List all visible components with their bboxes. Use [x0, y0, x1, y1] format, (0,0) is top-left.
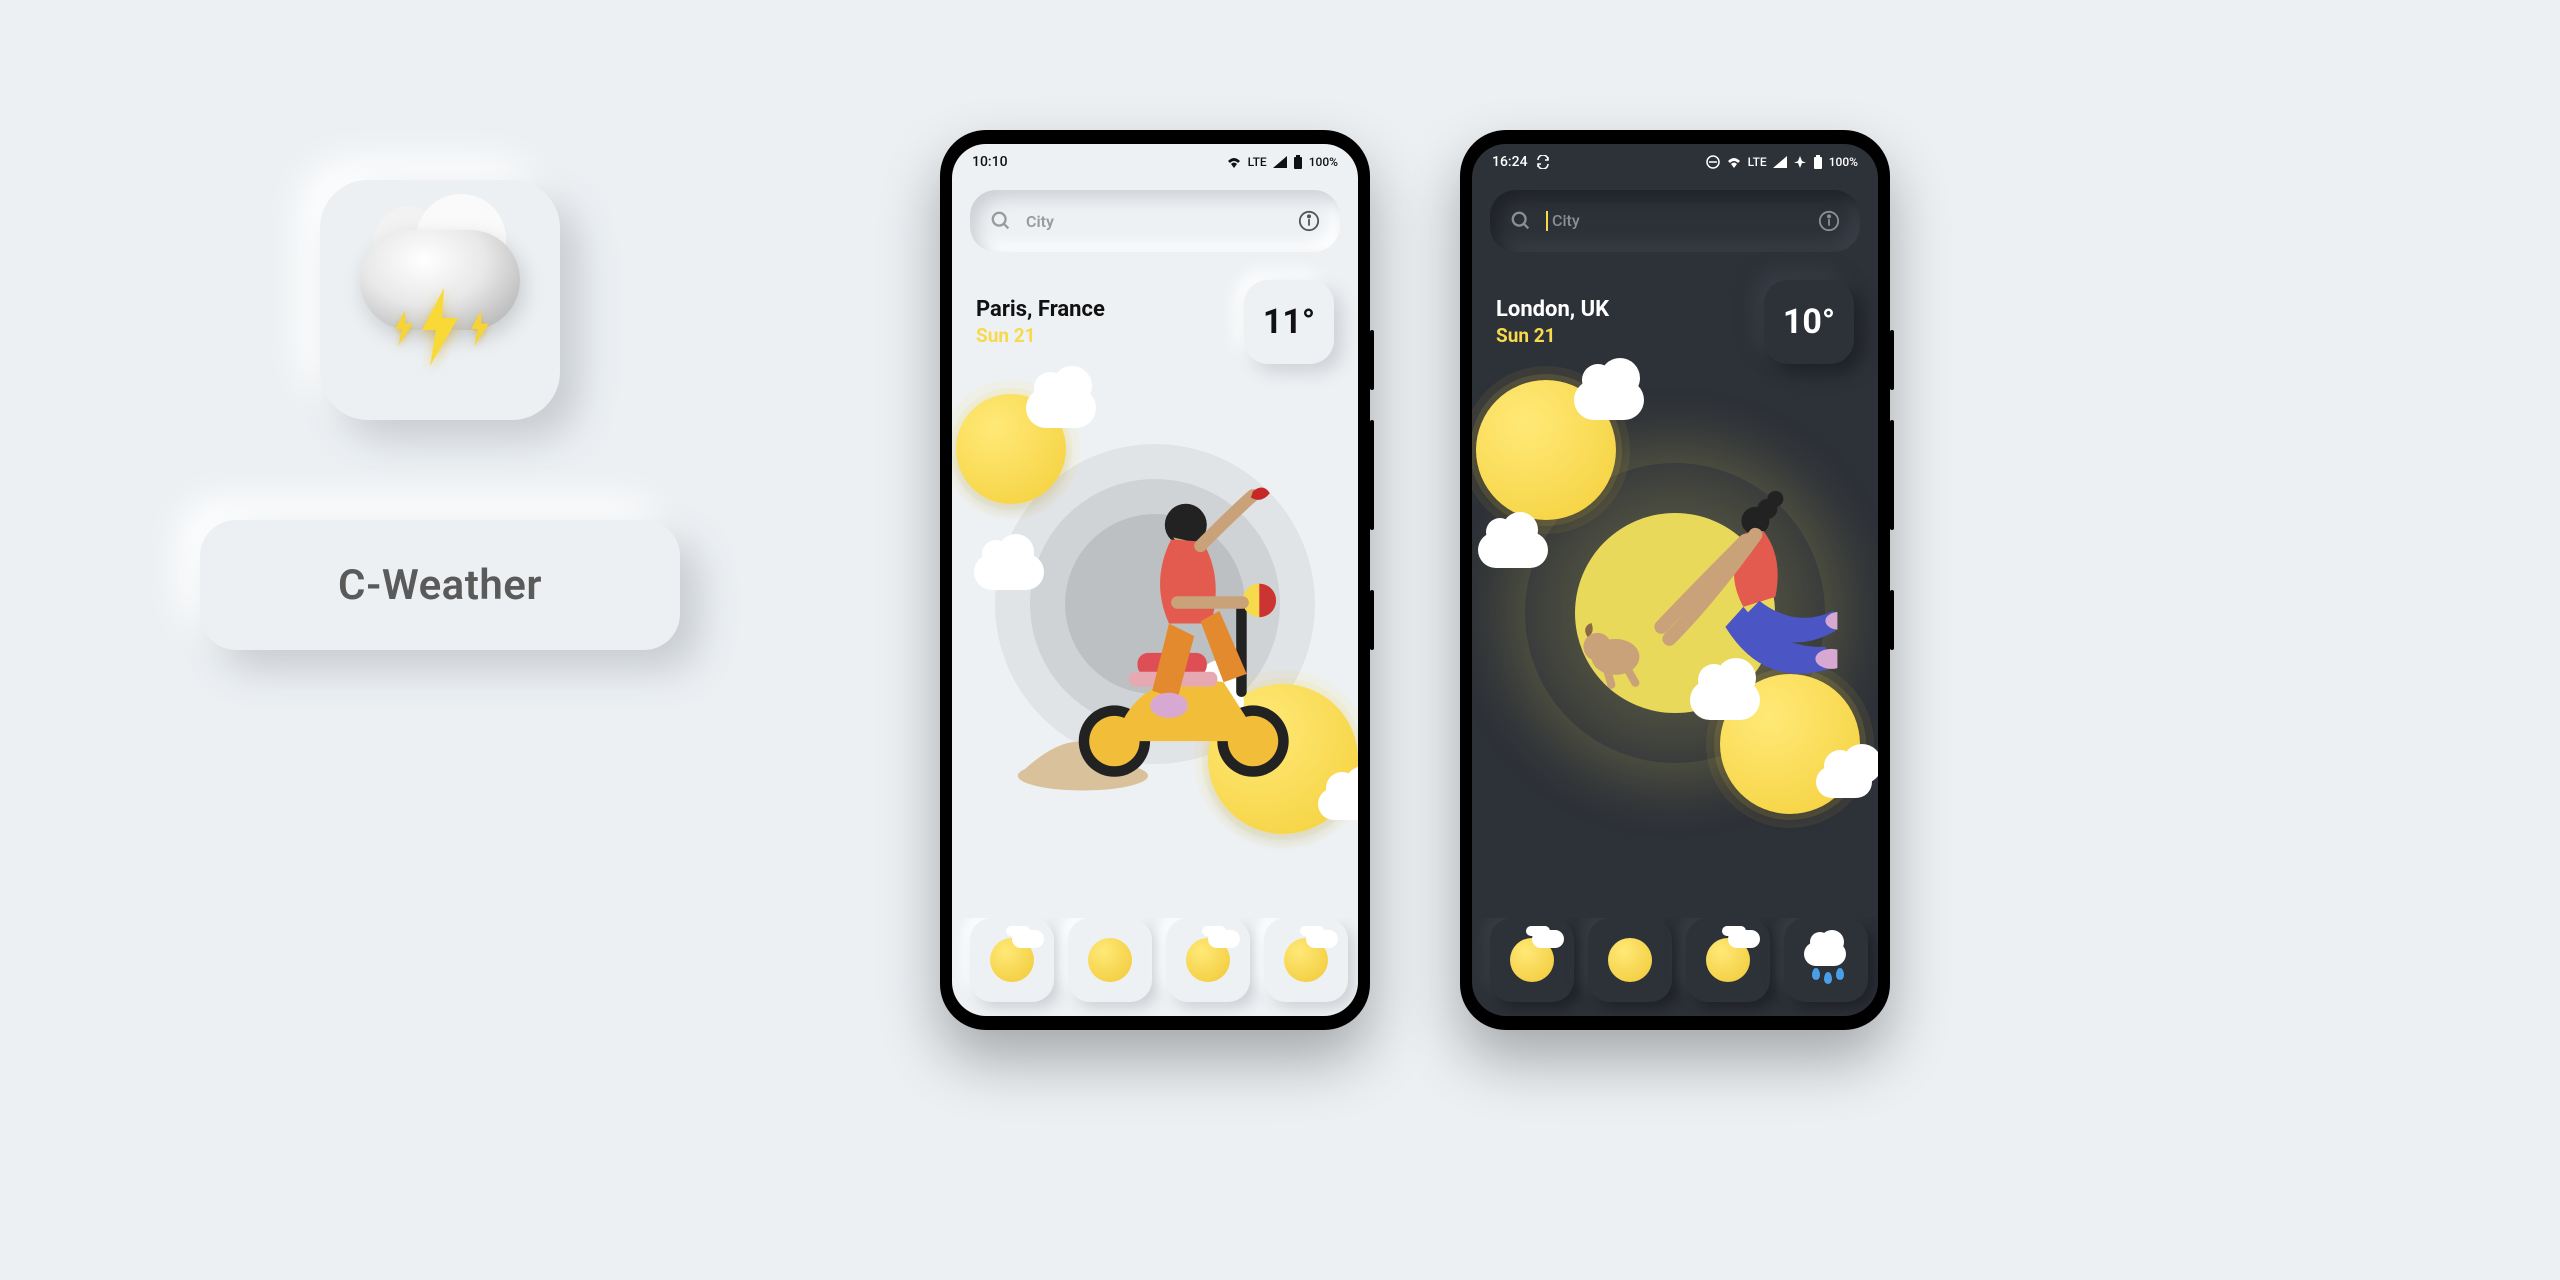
search-placeholder: City [1026, 212, 1284, 231]
network-label: LTE [1248, 155, 1267, 169]
temperature-tile[interactable]: 11° [1244, 280, 1334, 364]
location-name: London, UK [1496, 297, 1609, 322]
partly-cloudy-icon [1186, 938, 1230, 982]
forecast-tile[interactable] [1068, 918, 1152, 1002]
storm-cloud-icon [360, 230, 520, 370]
search-icon [1510, 210, 1532, 232]
phone-mock-dark: 16:24 LTE 100% City London, UK Sun 21 [1460, 130, 1890, 1030]
partly-cloudy-icon [990, 938, 1034, 982]
status-time: 16:24 [1492, 154, 1528, 170]
status-time: 10:10 [972, 154, 1008, 170]
person-dog-illustration [1557, 479, 1837, 743]
battery-icon [1293, 155, 1303, 169]
app-name: C-Weather [338, 561, 542, 610]
info-icon[interactable] [1298, 210, 1320, 232]
forecast-tile[interactable] [1784, 918, 1868, 1002]
sync-icon [1536, 155, 1550, 169]
forecast-tile[interactable] [970, 918, 1054, 1002]
sunny-icon [1088, 938, 1132, 982]
search-bar[interactable]: City [970, 190, 1340, 252]
battery-icon [1813, 155, 1823, 169]
partly-cloudy-icon [1706, 938, 1750, 982]
weather-illustration [1482, 384, 1868, 824]
forecast-tile[interactable] [1588, 918, 1672, 1002]
signal-icon [1773, 156, 1787, 168]
status-bar: 16:24 LTE 100% [1472, 144, 1878, 180]
search-placeholder: City [1546, 211, 1804, 232]
partly-cloudy-icon [1510, 938, 1554, 982]
app-name-card: C-Weather [200, 520, 680, 650]
location-date: Sun 21 [976, 324, 1105, 347]
location-block: Paris, France Sun 21 [976, 297, 1105, 347]
wifi-icon [1726, 156, 1742, 168]
location-block: London, UK Sun 21 [1496, 297, 1609, 347]
network-label: LTE [1748, 155, 1767, 169]
forecast-tile[interactable] [1686, 918, 1770, 1002]
status-bar: 10:10 LTE 100% [952, 144, 1358, 180]
battery-label: 100% [1829, 155, 1858, 169]
temperature-value: 11° [1263, 302, 1315, 342]
search-bar[interactable]: City [1490, 190, 1860, 252]
temperature-value: 10° [1783, 302, 1835, 342]
cloud-icon [1478, 532, 1548, 568]
search-icon [990, 210, 1012, 232]
sunny-icon [1608, 938, 1652, 982]
temperature-tile[interactable]: 10° [1764, 280, 1854, 364]
forecast-row[interactable] [952, 918, 1358, 1016]
forecast-tile[interactable] [1166, 918, 1250, 1002]
forecast-tile[interactable] [1264, 918, 1348, 1002]
forecast-row[interactable] [1472, 918, 1878, 1016]
rain-icon [1804, 938, 1848, 982]
location-name: Paris, France [976, 297, 1105, 322]
person-scooter-illustration [1014, 477, 1308, 792]
forecast-tile[interactable] [1490, 918, 1574, 1002]
location-date: Sun 21 [1496, 324, 1609, 347]
weather-illustration [962, 384, 1348, 824]
dnd-icon [1706, 155, 1720, 169]
wifi-icon [1226, 156, 1242, 168]
app-icon-card [320, 180, 560, 420]
battery-label: 100% [1309, 155, 1338, 169]
phone-mock-light: 10:10 LTE 100% City Paris, France Sun 21… [940, 130, 1370, 1030]
info-icon[interactable] [1818, 210, 1840, 232]
airplane-icon [1793, 155, 1807, 169]
signal-icon [1273, 156, 1287, 168]
partly-cloudy-icon [1284, 938, 1328, 982]
